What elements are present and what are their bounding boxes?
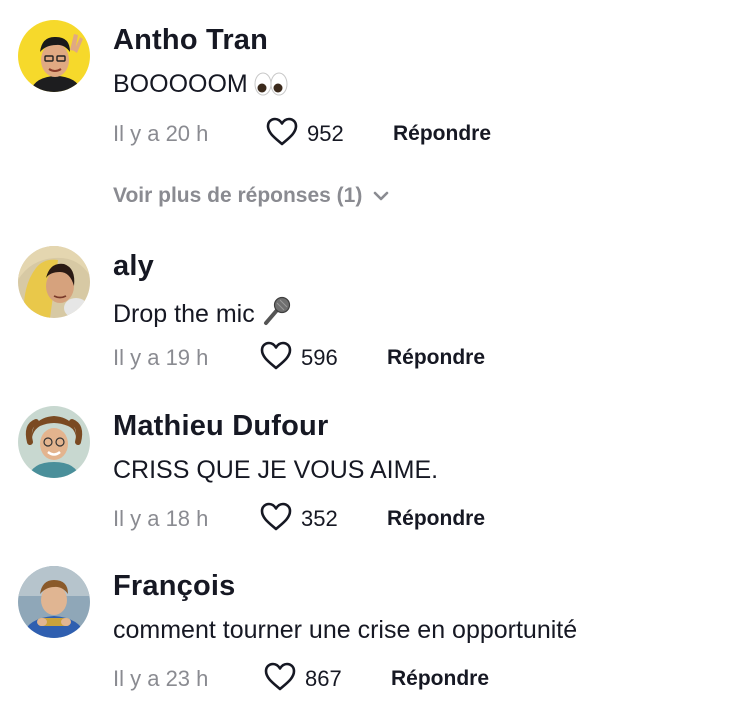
username[interactable]: aly bbox=[113, 250, 154, 283]
like-count: 352 bbox=[301, 506, 338, 531]
like-button[interactable]: 867 bbox=[263, 661, 391, 698]
comment-text: comment tourner une crise en opportunité bbox=[113, 616, 578, 644]
comment-text: CRISS QUE JE VOUS AIME. bbox=[113, 456, 439, 484]
reply-button[interactable]: Répondre bbox=[387, 507, 485, 531]
reply-button[interactable]: Répondre bbox=[393, 122, 491, 146]
like-button[interactable]: 596 bbox=[259, 340, 387, 377]
username[interactable]: Mathieu Dufour bbox=[113, 410, 328, 443]
username[interactable]: François bbox=[113, 570, 235, 603]
avatar[interactable] bbox=[18, 566, 90, 638]
comment-meta: Il y a 20 h 952 Répondre bbox=[113, 114, 491, 154]
like-button[interactable]: 952 bbox=[265, 116, 393, 153]
comment-meta: Il y a 19 h 596 Répondre bbox=[113, 338, 485, 378]
heart-icon bbox=[259, 501, 293, 538]
heart-icon bbox=[263, 661, 297, 698]
like-count: 867 bbox=[305, 666, 342, 691]
comment-text-content: Drop the mic bbox=[113, 300, 255, 328]
avatar[interactable] bbox=[18, 20, 90, 92]
avatar[interactable] bbox=[18, 406, 90, 478]
reply-button[interactable]: Répondre bbox=[391, 667, 489, 691]
eyes-icon bbox=[254, 72, 288, 103]
view-more-replies-button[interactable]: Voir plus de réponses (1) bbox=[113, 184, 390, 208]
like-count: 952 bbox=[307, 121, 344, 146]
comment-meta: Il y a 23 h 867 Répondre bbox=[113, 659, 489, 699]
timestamp: Il y a 18 h bbox=[113, 506, 209, 531]
comment-meta: Il y a 18 h 352 Répondre bbox=[113, 499, 485, 539]
like-count: 596 bbox=[301, 345, 338, 370]
view-more-replies-label: Voir plus de réponses (1) bbox=[113, 184, 363, 207]
like-button[interactable]: 352 bbox=[259, 501, 387, 538]
heart-icon bbox=[265, 116, 299, 153]
avatar[interactable] bbox=[18, 246, 90, 318]
comment-text: BOOOOOM bbox=[113, 70, 288, 103]
comment-text: Drop the mic bbox=[113, 296, 291, 333]
heart-icon bbox=[259, 340, 293, 377]
timestamp: Il y a 23 h bbox=[113, 666, 209, 691]
timestamp: Il y a 19 h bbox=[113, 345, 209, 370]
microphone-icon bbox=[261, 296, 291, 333]
username[interactable]: Antho Tran bbox=[113, 24, 268, 57]
chevron-down-icon bbox=[362, 184, 390, 208]
reply-button[interactable]: Répondre bbox=[387, 346, 485, 370]
timestamp: Il y a 20 h bbox=[113, 121, 209, 146]
comment-text-content: BOOOOOM bbox=[113, 70, 248, 98]
